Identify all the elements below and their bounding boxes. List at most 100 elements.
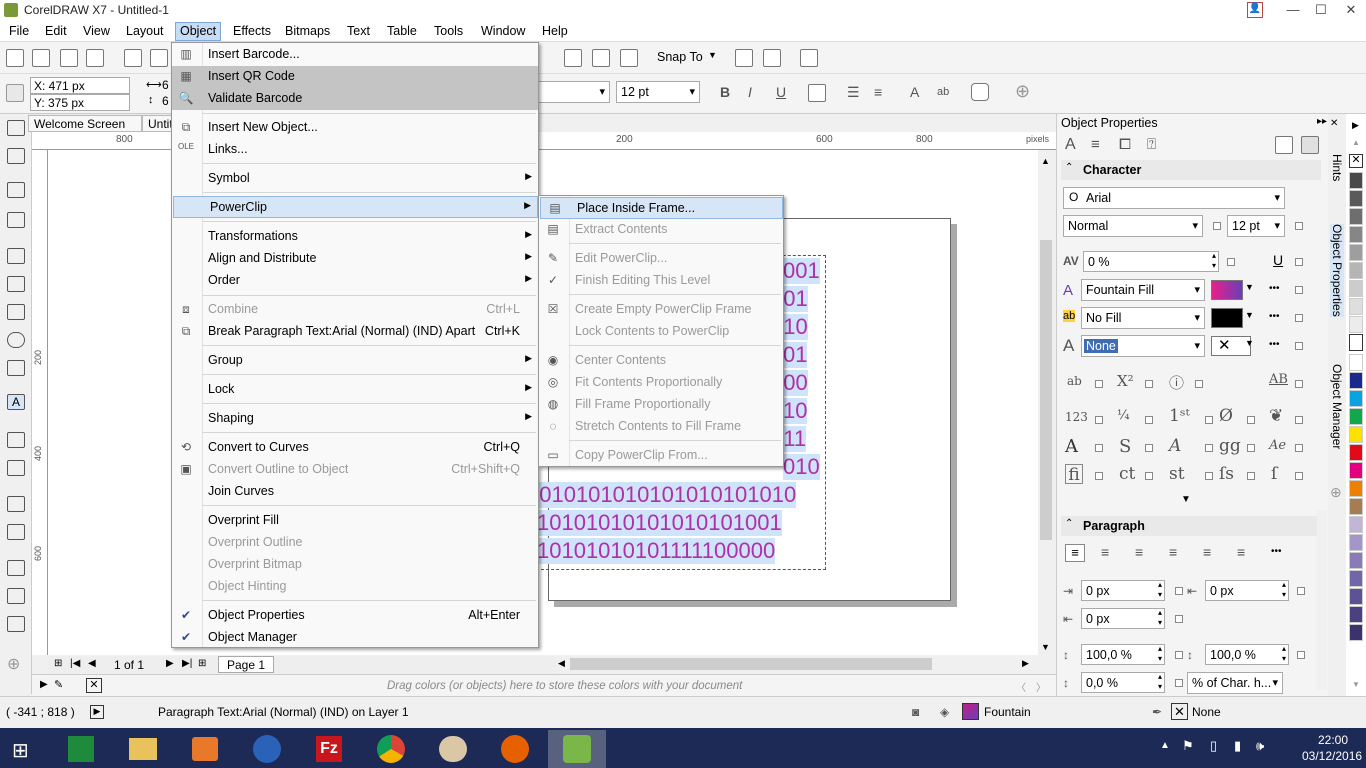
menu-item-copy-powerclip[interactable]: ▭ Copy PowerClip From... xyxy=(539,445,783,467)
checkbox[interactable] xyxy=(1145,444,1153,452)
font-style-dropdown[interactable]: Normal xyxy=(1063,215,1203,237)
palette-menu-icon[interactable]: ▶ xyxy=(40,679,48,690)
rectangle-tool-icon[interactable] xyxy=(7,304,25,320)
enclosed-glyph-icon[interactable]: ⓘ xyxy=(1169,372,1184,393)
menu-item-fill-frame[interactable]: ◍ Fill Frame Proportionally xyxy=(539,394,783,416)
stylistic-glyph-icon[interactable]: Ae xyxy=(1269,438,1286,453)
fill-type-dropdown[interactable]: Fountain Fill xyxy=(1081,279,1205,301)
show-guides-icon[interactable] xyxy=(620,49,638,67)
docker-collapse-icon[interactable]: ▸▸ xyxy=(1317,116,1327,127)
menu-item-stretch-contents[interactable]: ◌ Stretch Contents to Fill Frame xyxy=(539,416,783,438)
chrome-app[interactable] xyxy=(362,730,420,768)
menu-item-symbol[interactable]: Symbol ▶ xyxy=(172,168,538,190)
no-color-swatch[interactable]: ✕ xyxy=(86,678,102,693)
freehand-tool-icon[interactable] xyxy=(7,248,25,264)
menu-item-insert-new-object[interactable]: ⧉ Insert New Object... xyxy=(172,117,538,139)
file-explorer-app[interactable] xyxy=(114,730,172,768)
tab-hints[interactable]: Hints xyxy=(1330,154,1344,181)
menu-item-transformations[interactable]: Transformations ▶ xyxy=(172,226,538,248)
ellipse-tool-icon[interactable] xyxy=(7,332,25,348)
checkbox[interactable] xyxy=(1227,258,1235,266)
checkbox[interactable] xyxy=(1175,651,1183,659)
menu-item-fit-proportionally[interactable]: ◎ Fit Contents Proportionally xyxy=(539,372,783,394)
checkbox[interactable] xyxy=(1095,416,1103,424)
fill-color-swatch[interactable] xyxy=(1211,280,1243,300)
color-proof-icon[interactable]: ◙ xyxy=(912,705,919,719)
color-swatch[interactable] xyxy=(1349,226,1363,243)
options-icon[interactable] xyxy=(735,49,753,67)
artistic-media-icon[interactable] xyxy=(7,276,25,292)
text-tool-icon[interactable]: A xyxy=(7,394,25,410)
menu-help[interactable]: Help xyxy=(542,24,568,38)
checkbox[interactable] xyxy=(1247,472,1255,480)
align-options-icon[interactable] xyxy=(763,49,781,67)
menu-item-overprint-fill[interactable]: Overprint Fill xyxy=(172,510,538,532)
coreldraw-app[interactable] xyxy=(548,730,606,768)
menu-item-align-distribute[interactable]: Align and Distribute ▶ xyxy=(172,248,538,270)
color-swatch[interactable] xyxy=(1349,190,1363,207)
menu-item-overprint-bitmap[interactable]: Overprint Bitmap xyxy=(172,554,538,576)
color-swatch[interactable] xyxy=(1349,516,1363,533)
underline-icon[interactable]: U xyxy=(776,84,786,100)
menu-text[interactable]: Text xyxy=(347,24,370,38)
color-swatch[interactable] xyxy=(1349,606,1363,623)
tab-object-properties[interactable]: Object Properties xyxy=(1330,224,1344,317)
prev-page-icon[interactable]: ◀ xyxy=(88,658,96,669)
menu-item-join-curves[interactable]: Join Curves xyxy=(172,481,538,503)
summary-tab-icon[interactable]: ⍰ xyxy=(1147,136,1156,153)
character-section-header[interactable]: Character xyxy=(1061,160,1321,180)
close-button[interactable]: ✕ xyxy=(1336,0,1366,21)
superscript-glyph-icon[interactable]: ab xyxy=(1067,374,1082,388)
checkbox[interactable] xyxy=(1295,472,1303,480)
add-icon[interactable]: ⊕ xyxy=(1015,81,1030,102)
tab-welcome-screen[interactable]: Welcome Screen xyxy=(28,115,142,132)
character-spacing-field[interactable]: 0,0 % xyxy=(1081,672,1165,693)
clock-time[interactable]: 22:00 xyxy=(1318,733,1348,747)
checkbox[interactable] xyxy=(1247,416,1255,424)
collapse-up-icon[interactable]: ⌃ xyxy=(1065,518,1073,529)
menu-object[interactable]: Object xyxy=(175,22,222,41)
menu-item-lock-contents[interactable]: Lock Contents to PowerClip xyxy=(539,321,783,343)
menu-bitmaps[interactable]: Bitmaps xyxy=(285,24,330,38)
show-hidden-icons[interactable]: ▲ xyxy=(1160,740,1170,751)
color-swatch[interactable] xyxy=(1349,462,1363,479)
ligature-gg-icon[interactable]: gg xyxy=(1219,436,1241,456)
menu-table[interactable]: Table xyxy=(387,24,417,38)
scroll-left-icon[interactable]: 〈 xyxy=(1016,679,1026,694)
print-icon[interactable] xyxy=(86,49,104,67)
menu-item-convert-to-curves[interactable]: ⟲ Convert to Curves Ctrl+Q xyxy=(172,437,538,459)
bg-picker-dropdown-icon[interactable]: ▼ xyxy=(1245,310,1254,320)
ligature-ct-icon[interactable]: ct xyxy=(1119,464,1135,484)
color-swatch[interactable] xyxy=(1349,244,1363,261)
menu-item-center-contents[interactable]: ◉ Center Contents xyxy=(539,350,783,372)
excel-app[interactable] xyxy=(52,730,110,768)
connector-tool-icon[interactable] xyxy=(7,460,25,476)
checkbox[interactable] xyxy=(1213,222,1221,230)
expand-more-icon[interactable]: ▼ xyxy=(1181,494,1191,505)
tab-page-1[interactable]: Page 1 xyxy=(218,656,275,673)
force-justify-icon[interactable]: ≡ xyxy=(1237,544,1245,560)
numerals-glyph-icon[interactable]: 123 xyxy=(1065,410,1088,424)
menu-tools[interactable]: Tools xyxy=(434,24,463,38)
filezilla-app[interactable]: Fz xyxy=(300,730,358,768)
show-rulers-icon[interactable] xyxy=(564,49,582,67)
background-color-swatch[interactable] xyxy=(1211,308,1243,328)
color-swatch[interactable] xyxy=(1349,588,1363,605)
palette-scroll-down-icon[interactable]: ▼ xyxy=(1352,680,1360,689)
text-properties-icon[interactable]: A xyxy=(910,84,919,100)
color-swatch[interactable] xyxy=(1349,262,1363,279)
kerning-field[interactable]: 0 % xyxy=(1083,251,1219,272)
checkbox[interactable] xyxy=(1295,342,1303,350)
menu-item-insert-qr-code[interactable]: ▦ Insert QR Code xyxy=(172,66,538,88)
color-swatch[interactable] xyxy=(1349,334,1363,351)
network-icon[interactable]: ▮ xyxy=(1234,738,1241,754)
user-icon[interactable]: 👤 xyxy=(1247,2,1263,18)
parallel-dimension-icon[interactable] xyxy=(7,432,25,448)
docker-option-icon[interactable] xyxy=(1275,136,1293,154)
add-page-after-icon[interactable]: ⊞ xyxy=(198,658,206,669)
width-field[interactable]: 6 xyxy=(162,78,169,92)
save-icon[interactable] xyxy=(60,49,78,67)
checkbox[interactable] xyxy=(1145,416,1153,424)
color-swatch[interactable] xyxy=(1349,570,1363,587)
checkbox[interactable] xyxy=(1095,472,1103,480)
